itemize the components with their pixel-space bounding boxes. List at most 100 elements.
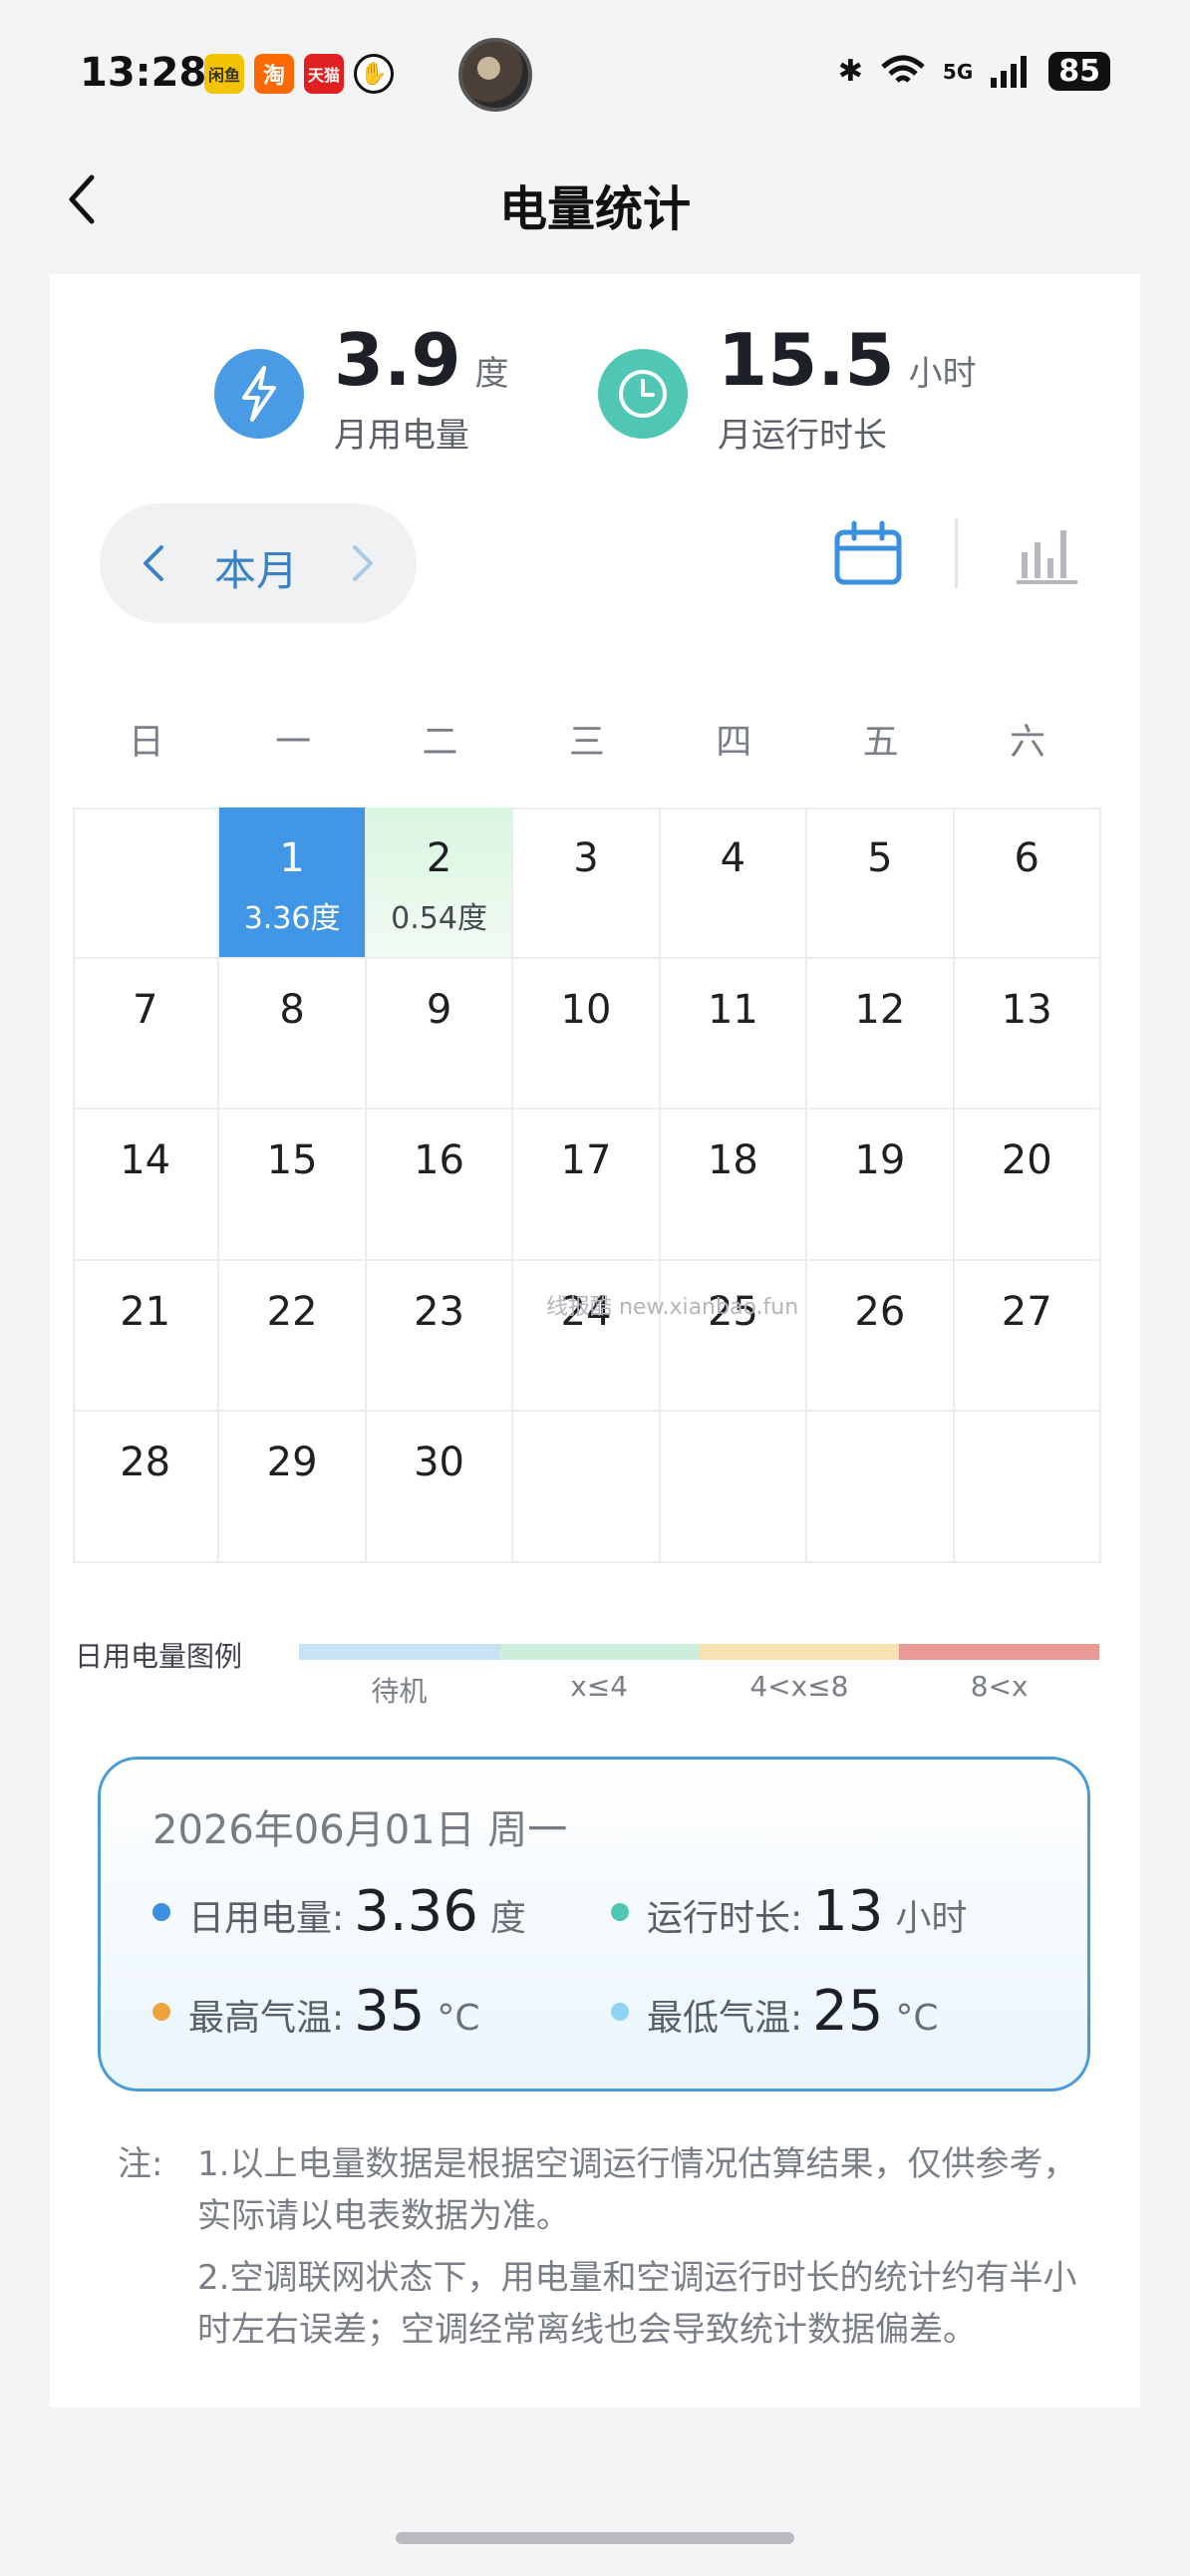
app-icon-tmall: 天猫 xyxy=(304,54,344,94)
detail-max-temp-label: 最高气温: xyxy=(188,1998,345,2039)
calendar-day-cell[interactable]: 22 xyxy=(219,1260,367,1413)
calendar-empty-cell xyxy=(660,1412,808,1563)
legend-color-bar xyxy=(299,1644,1099,1660)
monthly-energy-value: 3.9 xyxy=(334,318,461,402)
chevron-right-icon[interactable] xyxy=(349,541,377,585)
min-temp-dot xyxy=(611,2002,629,2021)
calendar-day-number: 18 xyxy=(707,1137,758,1184)
calendar-day-number: 19 xyxy=(854,1137,906,1184)
notes-lead: 注: xyxy=(118,2144,163,2184)
detail-max-temp: 最高气温: 35 °C xyxy=(152,1979,480,2044)
calendar-day-cell[interactable]: 25 xyxy=(660,1260,808,1413)
calendar-day-energy: 3.36度 xyxy=(243,901,341,936)
calendar-day-number: 13 xyxy=(1001,986,1052,1033)
app-icon-hand: ✋ xyxy=(354,54,394,94)
calendar-day-number: 14 xyxy=(120,1137,171,1184)
calendar-day-cell[interactable]: 27 xyxy=(954,1260,1101,1413)
calendar-day-cell[interactable]: 15 xyxy=(219,1110,367,1261)
calendar-day-cell[interactable]: 10 xyxy=(513,958,661,1111)
calendar-day-cell[interactable]: 30 xyxy=(366,1412,514,1563)
calendar-day-number: 17 xyxy=(560,1137,612,1184)
calendar-empty-cell xyxy=(807,1412,955,1563)
calendar-day-energy: 0.54度 xyxy=(391,901,487,936)
view-toggle-divider xyxy=(955,518,958,588)
bar-chart-view-icon[interactable] xyxy=(1012,518,1081,588)
calendar-day-cell[interactable]: 9 xyxy=(366,958,514,1111)
calendar-day-number: 12 xyxy=(854,986,906,1033)
clock-icon xyxy=(598,349,688,439)
calendar-day-cell[interactable]: 28 xyxy=(73,1412,220,1563)
calendar-day-cell[interactable]: 11 xyxy=(660,958,808,1111)
calendar-day-number: 10 xyxy=(560,986,612,1033)
app-icon-xianyu: 闲鱼 xyxy=(204,54,244,94)
monthly-summary: 3.9 度 月用电量 15.5 小时 月运行时长 xyxy=(50,324,1140,464)
legend-labels: 待机 x≤4 4<x≤8 8<x xyxy=(299,1670,1099,1710)
calendar-grid: 1 3.36度 2 0.54度 3 4 5 6 7 8 9 10 11 12 13 14 15 16 17 18 19 2… xyxy=(73,807,1101,1563)
calendar-day-number: 15 xyxy=(266,1137,318,1184)
calendar-day-cell[interactable]: 2 0.54度 xyxy=(366,807,514,959)
calendar-day-cell[interactable]: 6 xyxy=(954,807,1101,959)
page-title: 电量统计 xyxy=(498,181,691,237)
max-temp-dot xyxy=(152,2002,170,2021)
calendar-day-cell[interactable]: 24 xyxy=(513,1260,661,1413)
calendar-day-cell[interactable]: 17 xyxy=(513,1110,661,1261)
monthly-runtime-label: 月运行时长 xyxy=(718,416,887,456)
calendar-day-cell[interactable]: 8 xyxy=(219,958,367,1111)
calendar-day-cell[interactable]: 14 xyxy=(73,1110,220,1261)
app-icon-taobao: 淘 xyxy=(254,54,294,94)
calendar-day-cell[interactable]: 7 xyxy=(73,958,220,1111)
month-label: 本月 xyxy=(214,546,299,595)
calendar-day-number: 20 xyxy=(1001,1137,1052,1184)
calendar-day-number: 21 xyxy=(120,1288,171,1335)
monthly-energy-stat: 3.9 度 月用电量 xyxy=(214,324,509,457)
calendar-day-number: 22 xyxy=(266,1288,318,1335)
detail-energy-value: 3.36 xyxy=(354,1879,478,1944)
legend-swatch-mid xyxy=(699,1644,900,1660)
legend-label-standby: 待机 xyxy=(371,1675,428,1708)
calendar-day-cell[interactable]: 13 xyxy=(954,958,1101,1111)
calendar-day-cell[interactable]: 18 xyxy=(660,1110,808,1261)
calendar-day-number: 26 xyxy=(854,1288,906,1335)
weekday-sun: 日 xyxy=(128,722,164,763)
main-card: 3.9 度 月用电量 15.5 小时 月运行时长 本月 日 一 二 三 四 五 … xyxy=(50,274,1140,2408)
calendar-day-cell[interactable]: 3 xyxy=(513,807,661,959)
calendar-day-number: 9 xyxy=(426,986,452,1033)
calendar-day-cell[interactable]: 1 3.36度 xyxy=(219,807,367,959)
calendar-day-cell[interactable]: 21 xyxy=(73,1260,220,1413)
detail-max-temp-value: 35 xyxy=(354,1979,426,2044)
calendar-day-cell[interactable]: 19 xyxy=(807,1110,955,1261)
legend-label-mid: 4<x≤8 xyxy=(749,1670,849,1703)
legend-label-high: 8<x xyxy=(970,1670,1029,1703)
calendar-day-cell[interactable]: 5 xyxy=(807,807,955,959)
detail-runtime-unit: 小时 xyxy=(895,1898,968,1939)
monthly-energy-label: 月用电量 xyxy=(334,416,469,456)
notes-section: 注: 1.以上电量数据是根据空调运行情况估算结果，仅供参考，实际请以电表数据为准… xyxy=(118,2138,1094,2366)
calendar-day-number: 3 xyxy=(573,835,599,881)
month-selector: 本月 xyxy=(100,503,417,623)
calendar-empty-cell xyxy=(513,1412,661,1563)
calendar-day-cell[interactable]: 29 xyxy=(219,1412,367,1563)
calendar-day-cell[interactable]: 4 xyxy=(660,807,808,959)
legend-swatch-standby xyxy=(299,1644,499,1660)
calendar-view-icon[interactable] xyxy=(832,518,904,590)
system-icons: ✱ 5G 85 xyxy=(838,52,1110,91)
weekday-mon: 一 xyxy=(275,722,312,763)
home-indicator[interactable] xyxy=(396,2532,794,2544)
calendar-day-number: 30 xyxy=(414,1440,464,1486)
calendar-day-number: 29 xyxy=(266,1440,318,1486)
status-time: 13:28 xyxy=(80,50,207,96)
calendar-day-cell[interactable]: 12 xyxy=(807,958,955,1111)
legend-label-low: x≤4 xyxy=(570,1670,629,1703)
detail-min-temp-value: 25 xyxy=(812,1979,884,2044)
monthly-runtime-stat: 15.5 小时 月运行时长 xyxy=(598,324,977,457)
calendar-empty-cell xyxy=(954,1412,1101,1563)
calendar-day-cell[interactable]: 23 xyxy=(366,1260,514,1413)
calendar-day-cell[interactable]: 20 xyxy=(954,1110,1101,1261)
detail-min-temp: 最低气温: 25 °C xyxy=(611,1979,939,2044)
detail-energy-unit: 度 xyxy=(489,1898,526,1939)
calendar-day-cell[interactable]: 26 xyxy=(807,1260,955,1413)
energy-dot xyxy=(152,1902,170,1921)
chevron-left-icon[interactable] xyxy=(140,541,167,585)
user-avatar xyxy=(458,38,532,112)
calendar-day-cell[interactable]: 16 xyxy=(366,1110,514,1261)
